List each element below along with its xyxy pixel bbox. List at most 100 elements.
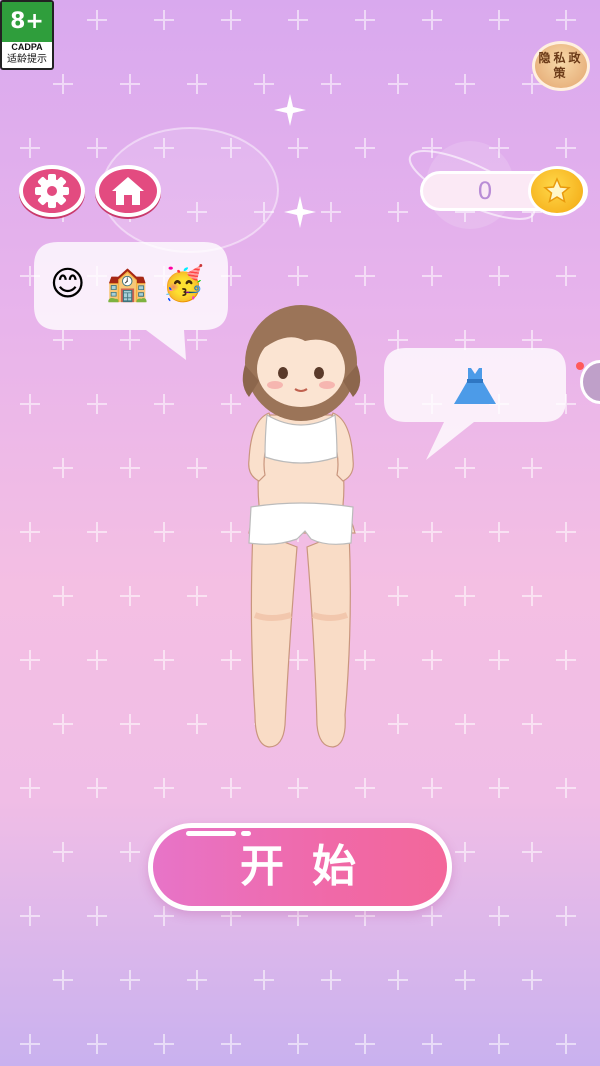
sparkle-plus [53, 74, 73, 94]
character-doll [242, 305, 361, 748]
sparkle-plus [355, 1034, 375, 1054]
sparkle-plus [120, 714, 140, 734]
sparkle-plus [388, 714, 408, 734]
sparkle-plus [187, 714, 207, 734]
dress-icon [454, 368, 496, 404]
age-rating-caption: 适龄提示 [7, 54, 47, 65]
sparkle-plus [120, 586, 140, 606]
sparkle-plus [556, 138, 576, 158]
sparkle-plus [20, 1034, 40, 1054]
sparkle-plus [556, 906, 576, 926]
sparkle-plus [288, 1034, 308, 1054]
sparkle-plus [20, 522, 40, 542]
sparkle-plus [556, 266, 576, 286]
sparkle-plus [187, 586, 207, 606]
sparkle-plus [422, 778, 442, 798]
sparkle-plus [355, 266, 375, 286]
sparkle-plus [221, 1034, 241, 1054]
sparkle-plus [87, 10, 107, 30]
sparkle-plus [187, 458, 207, 478]
sparkle-plus [388, 586, 408, 606]
party-emoji-icon: 🥳 [162, 264, 205, 304]
star-coin-icon [528, 166, 586, 216]
sparkle-plus [455, 842, 475, 862]
sparkle-plus [355, 138, 375, 158]
sparkle-plus [154, 650, 174, 670]
sparkle-plus [522, 842, 542, 862]
coin-value: 0 [477, 177, 493, 205]
sparkle-plus [20, 138, 40, 158]
sparkle-plus [87, 394, 107, 414]
sparkle-plus [154, 906, 174, 926]
sparkle-plus [120, 74, 140, 94]
sparkle-plus [87, 522, 107, 542]
sparkle-plus [422, 10, 442, 30]
sparkle-plus [187, 74, 207, 94]
sparkle-plus [489, 1034, 509, 1054]
sparkle-plus [154, 394, 174, 414]
sparkle-plus [556, 650, 576, 670]
notification-dot [576, 362, 584, 370]
sparkle-plus [187, 970, 207, 990]
sparkle-plus [422, 1034, 442, 1054]
sparkle-plus [422, 522, 442, 542]
sparkle-plus [288, 266, 308, 286]
sparkle-plus [388, 970, 408, 990]
sparkle-plus [288, 778, 308, 798]
sparkle-plus [489, 906, 509, 926]
sparkle-plus [522, 970, 542, 990]
sparkle-plus [489, 778, 509, 798]
sparkle-plus [120, 970, 140, 990]
home-button[interactable] [95, 165, 161, 217]
sparkle-plus [20, 650, 40, 670]
sparkle-plus [455, 970, 475, 990]
sparkle-plus [489, 266, 509, 286]
sparkle-plus [556, 778, 576, 798]
privacy-policy-button[interactable]: 隐私政策 [532, 41, 590, 91]
sparkle-plus [154, 778, 174, 798]
sparkle-plus [221, 10, 241, 30]
sparkle-plus [355, 10, 375, 30]
sparkle-plus [53, 458, 73, 478]
sparkle-plus [321, 74, 341, 94]
age-rating-badge: 8+ CADPA 适龄提示 [0, 0, 54, 70]
sparkle-plus [154, 522, 174, 542]
sparkle-plus [87, 650, 107, 670]
sparkle-plus [20, 394, 40, 414]
button-gloss-dot [241, 831, 251, 836]
home-icon [112, 177, 144, 205]
sparkle-plus [522, 714, 542, 734]
sparkle-plus [154, 10, 174, 30]
sparkle-plus [254, 970, 274, 990]
sparkle-plus [53, 842, 73, 862]
sparkle-plus [455, 586, 475, 606]
sparkle-plus [422, 266, 442, 286]
sparkle-plus [321, 970, 341, 990]
sparkle-plus [20, 778, 40, 798]
sparkle-plus [489, 10, 509, 30]
sparkle-plus [556, 10, 576, 30]
sparkle-plus [321, 202, 341, 222]
smile-emoji-icon: 😊 [50, 264, 86, 304]
sparkle-plus [20, 906, 40, 926]
sparkle-plus [120, 842, 140, 862]
school-emoji-icon: 🏫 [106, 264, 149, 304]
sparkle-plus [556, 1034, 576, 1054]
sparkle-plus [154, 1034, 174, 1054]
sparkle-plus [388, 74, 408, 94]
sparkle-plus [522, 586, 542, 606]
start-button[interactable]: 开始 [148, 823, 452, 911]
age-rating: 8+ [2, 2, 52, 42]
sparkle-plus [53, 714, 73, 734]
sparkle-plus [87, 1034, 107, 1054]
settings-button[interactable] [19, 165, 85, 217]
sparkle-plus [489, 522, 509, 542]
sparkle-plus [120, 458, 140, 478]
age-rating-org: CADPA [11, 42, 43, 52]
sparkle-plus [455, 74, 475, 94]
sparkle-plus [87, 906, 107, 926]
sparkle-plus [422, 906, 442, 926]
sparkle-plus [556, 522, 576, 542]
sparkle-plus [221, 778, 241, 798]
sparkle-plus [87, 778, 107, 798]
